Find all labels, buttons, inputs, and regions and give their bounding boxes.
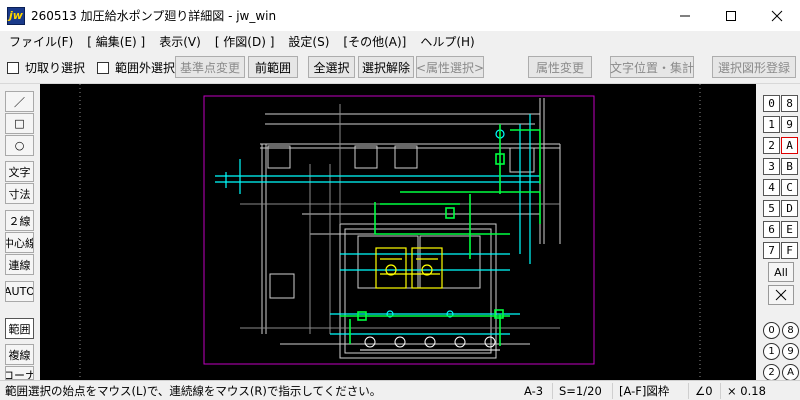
double-line-tool-button[interactable]: ２線 (5, 210, 34, 231)
drawing-canvas[interactable] (40, 84, 756, 380)
minimize-button[interactable] (662, 0, 708, 31)
layer-group-2[interactable]: 2 (763, 364, 780, 381)
layer-c[interactable]: C (781, 179, 798, 196)
minimize-icon (680, 15, 690, 16)
layer-group-a[interactable]: A (782, 364, 799, 381)
menu-bar: ファイル(F) [ 編集(E) ] 表示(V) [ 作図(D) ] 設定(S) … (0, 31, 800, 52)
menu-view[interactable]: 表示(V) (152, 33, 208, 50)
continuous-line-tool-button[interactable]: 連線 (5, 254, 34, 275)
select-all-button[interactable]: 全選択 (308, 56, 355, 78)
checkbox-box (7, 61, 19, 74)
layer-f[interactable]: F (781, 242, 798, 259)
cad-drawing (79, 84, 701, 380)
layer-a[interactable]: A (781, 137, 798, 154)
maximize-button[interactable] (708, 0, 754, 31)
grid-markers (79, 84, 701, 380)
layer-7[interactable]: 7 (763, 242, 780, 259)
layer-group-9[interactable]: 9 (782, 343, 799, 360)
outside-select-checkbox[interactable]: 範囲外選択 (97, 59, 175, 76)
rectangle-tool-button[interactable]: □ (5, 113, 34, 134)
line-tool-button[interactable]: ／ (5, 91, 34, 112)
copy-line-tool-button[interactable]: 複線 (5, 344, 34, 365)
cut-select-label: 切取り選択 (25, 61, 86, 75)
menu-help[interactable]: ヘルプ(H) (413, 33, 481, 50)
maximize-icon (726, 10, 736, 21)
attr-select-button[interactable]: <属性選択> (416, 56, 484, 78)
menu-settings[interactable]: 設定(S) (281, 33, 336, 50)
paper-size[interactable]: A-3 (518, 383, 543, 399)
angle-readout[interactable]: ∠0 (688, 383, 713, 399)
center-line-tool-button[interactable]: 中心線 (5, 232, 34, 253)
auto-mode-button[interactable]: AUTO (5, 281, 34, 302)
range-tool-button[interactable]: 範囲 (5, 318, 34, 339)
layer-group-1[interactable]: 1 (763, 343, 780, 360)
layer-1[interactable]: 1 (763, 116, 780, 133)
text-position-button[interactable]: 文字位置・集計 (610, 56, 694, 78)
layer-e[interactable]: E (781, 221, 798, 238)
layer-2[interactable]: 2 (763, 137, 780, 154)
close-icon (771, 10, 783, 21)
title-bar: jw 260513 加圧給水ポンプ廻り詳細図 - jw_win (0, 0, 800, 31)
checkbox-box (97, 61, 110, 74)
drawing-scale[interactable]: S=1/20 (552, 383, 602, 399)
menu-edit[interactable]: [ 編集(E) ] (80, 33, 152, 50)
layer-group-0[interactable]: 0 (763, 322, 780, 339)
building-outline (260, 98, 561, 359)
deselect-button[interactable]: 選択解除 (358, 56, 414, 78)
tool-options-bar: 切取り選択 範囲外選択 基準点変更 前範囲 全選択 選択解除 <属性選択> 属性… (0, 52, 800, 84)
menu-other[interactable]: [その他(A)] (336, 33, 413, 50)
cut-select-checkbox[interactable]: 切取り選択 (7, 59, 85, 76)
dimension-tool-button[interactable]: 寸法 (5, 183, 34, 204)
all-layers-button[interactable]: All (768, 262, 794, 282)
layer-0[interactable]: 0 (763, 95, 780, 112)
text-tool-button[interactable]: 文字 (5, 161, 34, 182)
layer-b[interactable]: B (781, 158, 798, 175)
layer-group-8[interactable]: 8 (782, 322, 799, 339)
dimension-lines (240, 104, 560, 334)
layer-5[interactable]: 5 (763, 200, 780, 217)
menu-draw[interactable]: [ 作図(D) ] (208, 33, 282, 50)
close-button[interactable] (754, 0, 800, 31)
zoom-readout[interactable]: × 0.18 (720, 383, 766, 399)
layer-9[interactable]: 9 (781, 116, 798, 133)
layer-group-name[interactable]: [A-F]図枠 (612, 383, 669, 399)
left-toolbox: ／ □ ○ 文字 寸法 ２線 中心線 連線 AUTO 範囲 複線 コーナ (0, 84, 40, 380)
layer-d[interactable]: D (781, 200, 798, 217)
window-title: 260513 加圧給水ポンプ廻り詳細図 - jw_win (31, 9, 277, 23)
prev-range-button[interactable]: 前範囲 (248, 56, 298, 78)
layer-4[interactable]: 4 (763, 179, 780, 196)
status-message: 範囲選択の始点をマウス(L)で、連続線をマウス(R)で指示してください。 (5, 383, 382, 398)
base-point-button[interactable]: 基準点変更 (175, 56, 245, 78)
menu-file[interactable]: ファイル(F) (2, 33, 80, 50)
attr-change-button[interactable]: 属性変更 (528, 56, 592, 78)
register-shape-button[interactable]: 選択図形登録 (712, 56, 796, 78)
layer-6[interactable]: 6 (763, 221, 780, 238)
corner-tool-button[interactable]: コーナ (5, 366, 34, 380)
layer-8[interactable]: 8 (781, 95, 798, 112)
outside-select-label: 範囲外選択 (115, 61, 176, 75)
layer-clear-button[interactable] (768, 285, 794, 305)
cross-icon (775, 289, 787, 301)
app-icon: jw (7, 6, 25, 25)
status-bar: 範囲選択の始点をマウス(L)で、連続線をマウス(R)で指示してください。 A-3… (0, 380, 800, 400)
layer-3[interactable]: 3 (763, 158, 780, 175)
circle-tool-button[interactable]: ○ (5, 135, 34, 156)
